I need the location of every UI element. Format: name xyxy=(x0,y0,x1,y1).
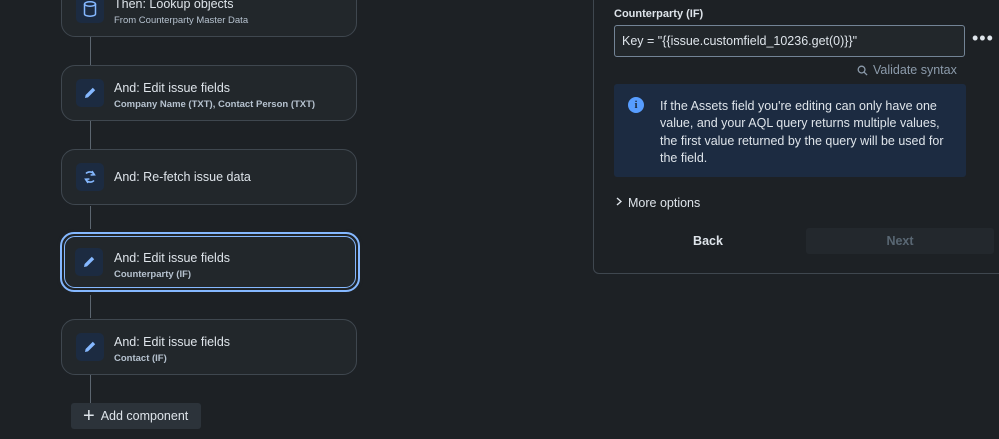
card-title: And: Edit issue fields xyxy=(114,335,231,349)
flow-connector xyxy=(90,121,91,149)
back-button[interactable]: Back xyxy=(622,228,794,254)
flow-card-edit-issue-fields-contact[interactable]: And: Edit issue fields Contact (IF) xyxy=(61,319,357,375)
card-title: And: Edit issue fields xyxy=(114,81,231,95)
database-icon xyxy=(76,0,104,23)
aql-query-input[interactable]: Key = "{{issue.customfield_10236.get(0)}… xyxy=(614,25,965,57)
pencil-icon xyxy=(76,79,104,107)
card-title: And: Edit issue fields xyxy=(114,251,231,265)
flow-connector xyxy=(90,206,91,234)
field-label: Counterparty (IF) xyxy=(614,8,704,20)
card-subtitle: Contact (IF) xyxy=(114,353,167,364)
flow-connector xyxy=(90,375,91,403)
refresh-icon xyxy=(76,163,104,191)
more-actions-icon[interactable]: ••• xyxy=(972,28,994,49)
plus-icon: + xyxy=(83,405,95,427)
next-button[interactable]: Next xyxy=(806,228,994,254)
validate-syntax-label: Validate syntax xyxy=(873,63,957,77)
more-options-label: More options xyxy=(628,196,701,210)
add-component-button[interactable]: + Add component xyxy=(71,403,201,429)
card-title: And: Re-fetch issue data xyxy=(114,170,251,184)
flow-card-edit-issue-fields-selected[interactable]: And: Edit issue fields Counterparty (IF) xyxy=(60,232,360,292)
flow-card-lookup-objects[interactable]: Then: Lookup objects From Counterparty M… xyxy=(61,0,357,37)
info-icon: i xyxy=(628,97,644,113)
flow-connector xyxy=(90,290,91,318)
add-component-label: Add component xyxy=(100,409,189,423)
card-subtitle: Company Name (TXT), Contact Person (TXT) xyxy=(114,99,316,110)
flow-connector xyxy=(90,37,91,65)
search-icon xyxy=(857,65,868,76)
pencil-icon xyxy=(75,248,103,276)
more-options-toggle[interactable]: More options xyxy=(616,196,700,210)
flow-card-edit-issue-fields[interactable]: And: Edit issue fields Company Name (TXT… xyxy=(61,65,357,121)
flow-card-refetch-issue-data[interactable]: And: Re-fetch issue data xyxy=(61,149,357,205)
pencil-icon xyxy=(76,333,104,361)
info-text: If the Assets field you're editing can o… xyxy=(660,99,944,165)
card-title: Then: Lookup objects xyxy=(114,0,234,11)
card-subtitle: From Counterparty Master Data xyxy=(114,15,249,26)
info-message: i If the Assets field you're editing can… xyxy=(614,84,966,177)
chevron-right-icon xyxy=(616,197,623,209)
validate-syntax-link[interactable]: Validate syntax xyxy=(857,63,957,77)
card-subtitle: Counterparty (IF) xyxy=(114,269,192,280)
